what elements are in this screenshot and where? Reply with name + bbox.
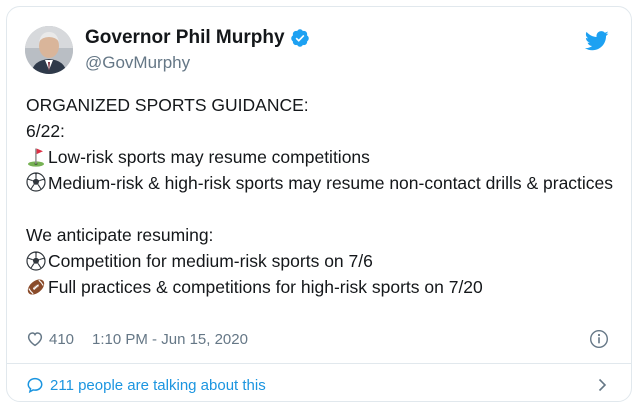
tweet-line-text: Medium-risk & high-risk sports may resum… bbox=[48, 173, 614, 193]
tweet-line-text: We anticipate resuming: bbox=[26, 225, 214, 245]
tweet-text: ORGANIZED SPORTS GUIDANCE: 6/22: Low-ris… bbox=[26, 92, 616, 300]
verified-badge-icon bbox=[290, 28, 310, 48]
golf-flag-icon bbox=[26, 147, 46, 167]
tweet-line-text: Competition for medium-risk sports on 7/… bbox=[48, 251, 373, 271]
tweet-line: Medium-risk & high-risk sports may resum… bbox=[26, 170, 616, 196]
tweet-line-text: ORGANIZED SPORTS GUIDANCE: bbox=[26, 95, 309, 115]
like-count[interactable]: 410 bbox=[49, 331, 74, 348]
tweet-meta: 410 1:10 PM - Jun 15, 2020 bbox=[26, 329, 248, 349]
info-icon[interactable] bbox=[589, 329, 609, 349]
tweet-line: Full practices & competitions for high-r… bbox=[26, 274, 616, 300]
timestamp[interactable]: 1:10 PM - Jun 15, 2020 bbox=[92, 331, 248, 348]
football-icon bbox=[26, 277, 46, 297]
speech-bubble-icon bbox=[26, 376, 44, 394]
author-names: Governor Phil Murphy @GovMurphy bbox=[85, 26, 310, 74]
tweet-line: 6/22: bbox=[26, 118, 616, 144]
tweet-line: Low-risk sports may resume competitions bbox=[26, 144, 616, 170]
tweet-header: Governor Phil Murphy @GovMurphy bbox=[25, 24, 310, 76]
tweet-card[interactable]: Governor Phil Murphy @GovMurphy ORGANIZE… bbox=[6, 6, 632, 402]
talking-text[interactable]: 211 people are talking about this bbox=[50, 377, 266, 394]
name-row: Governor Phil Murphy bbox=[85, 26, 310, 50]
talking-link-content[interactable]: 211 people are talking about this bbox=[26, 376, 266, 394]
tweet-line-text: Full practices & competitions for high-r… bbox=[48, 277, 483, 297]
heart-icon[interactable] bbox=[26, 330, 44, 348]
divider bbox=[7, 363, 631, 364]
soccer-ball-icon bbox=[26, 172, 46, 192]
author-handle[interactable]: @GovMurphy bbox=[85, 52, 310, 74]
avatar[interactable] bbox=[25, 26, 73, 74]
tweet-line-text: 6/22: bbox=[26, 121, 65, 141]
author-display-name[interactable]: Governor Phil Murphy bbox=[85, 26, 285, 50]
tweet-line: Competition for medium-risk sports on 7/… bbox=[26, 248, 616, 274]
tweet-line-text: Low-risk sports may resume competitions bbox=[48, 147, 370, 167]
tweet-line: We anticipate resuming: bbox=[26, 222, 616, 248]
chevron-right-icon[interactable] bbox=[595, 378, 609, 392]
twitter-bird-icon[interactable] bbox=[584, 31, 609, 51]
tweet-line: ORGANIZED SPORTS GUIDANCE: bbox=[26, 92, 616, 118]
soccer-ball-icon bbox=[26, 251, 46, 271]
talking-link[interactable]: 211 people are talking about this bbox=[26, 373, 609, 397]
